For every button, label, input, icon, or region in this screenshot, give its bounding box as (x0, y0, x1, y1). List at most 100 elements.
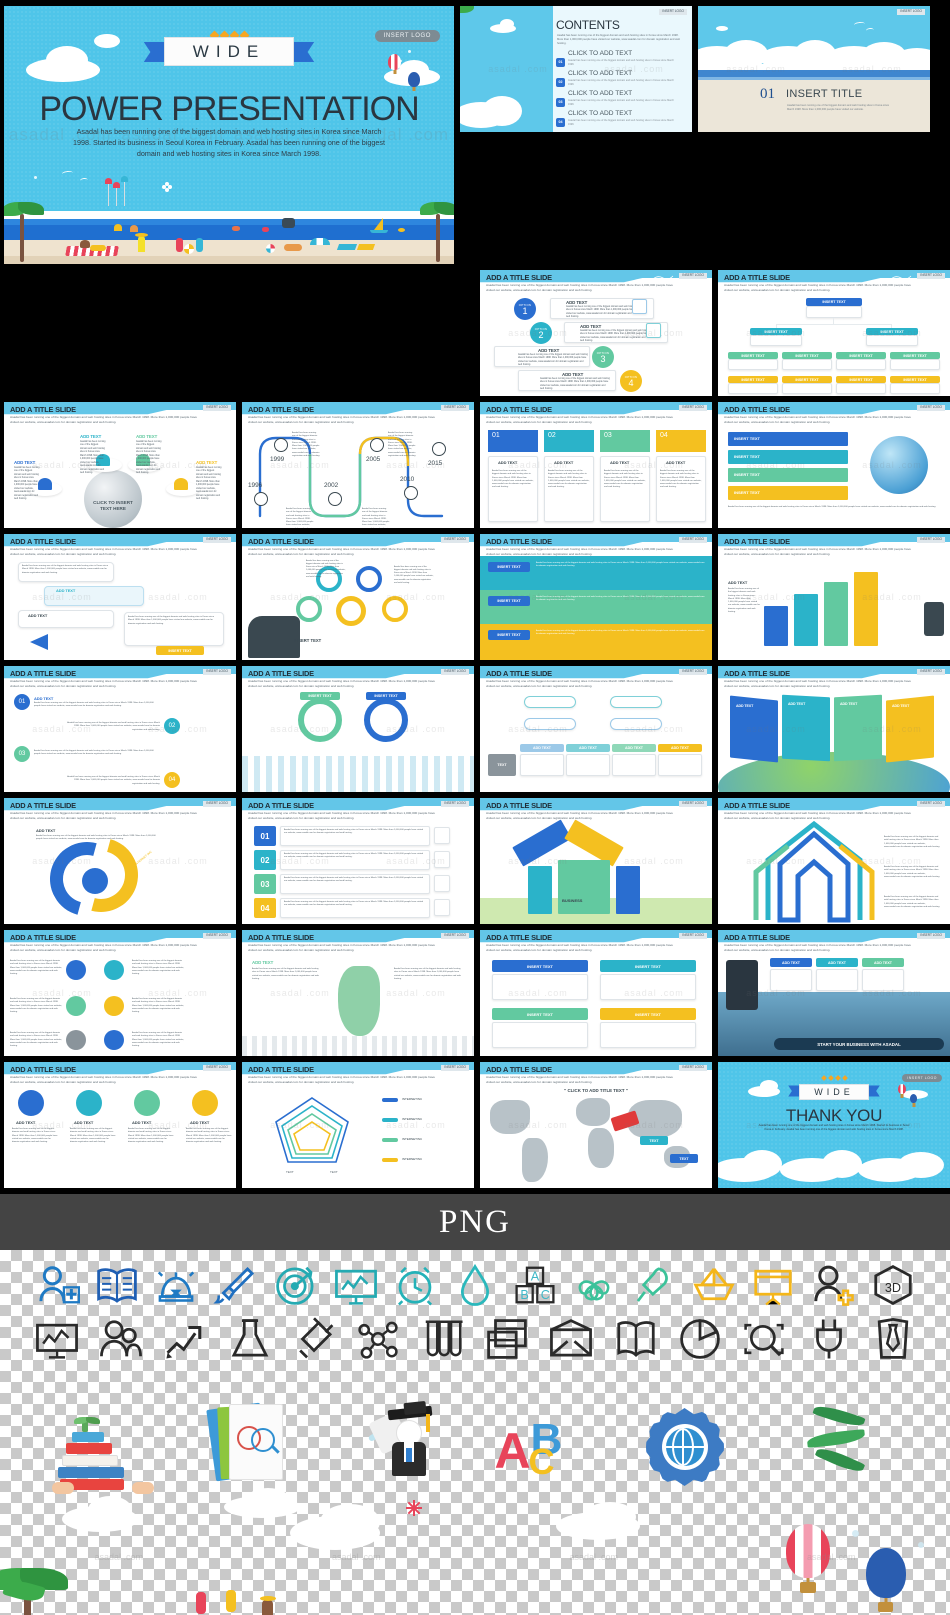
cube-3d-icon[interactable]: 3D (870, 1262, 916, 1308)
number-circle[interactable]: 02 (164, 718, 180, 734)
hex-icon[interactable] (66, 1030, 86, 1050)
insert-logo-badge[interactable]: INSERT LOGO (679, 933, 707, 939)
slide-section-divider[interactable]: INSERT LOGO 01 INSERT TITLE Asadal has b… (698, 6, 930, 132)
ribbon-panel[interactable] (528, 866, 552, 914)
insert-logo-badge[interactable]: INSERT LOGO (441, 933, 469, 939)
row-number[interactable]: 04 (254, 898, 276, 918)
icon-badge[interactable] (76, 1090, 102, 1116)
icon-badge[interactable] (192, 1090, 218, 1116)
org-node[interactable]: INSERT TEXT (782, 352, 832, 359)
matrix-bubble[interactable] (610, 696, 662, 708)
slide-title[interactable]: INSERT LOGO WIDE POWER PRESENTATION Asad… (4, 6, 454, 264)
bell-lamp-icon[interactable] (153, 1262, 199, 1308)
insert-logo-badge[interactable]: INSERT LOGO (917, 273, 945, 279)
insert-logo-badge[interactable]: INSERT LOGO (679, 405, 707, 411)
slide-hex-icons[interactable]: ADD A TITLE SLIDE Asadal has been runnin… (4, 930, 236, 1056)
matrix-bubble[interactable] (524, 718, 576, 730)
slide-globe-bands[interactable]: ADD A TITLE SLIDE Asadal has been runnin… (718, 402, 950, 528)
matrix-bubble[interactable] (524, 696, 576, 708)
slide-numbered-rows[interactable]: ADD A TITLE SLIDE Asadal has been runnin… (242, 798, 474, 924)
pie-chart-icon[interactable] (677, 1316, 723, 1362)
hex-icon[interactable] (66, 996, 86, 1016)
org-node[interactable]: INSERT TEXT (866, 328, 918, 335)
necktie-icon[interactable] (870, 1316, 916, 1362)
slide-city-loop[interactable]: ADD A TITLE SLIDE Asadal has been runnin… (242, 666, 474, 792)
matrix-header[interactable]: ADD TEXT (520, 744, 564, 752)
alarm-clock-icon[interactable] (392, 1262, 438, 1308)
slide-table-matrix[interactable]: ADD A TITLE SLIDE Asadal has been runnin… (480, 666, 712, 792)
slide-timeline[interactable]: ADD A TITLE SLIDE Asadal has been runnin… (242, 402, 474, 528)
slide-korea-map[interactable]: ADD A TITLE SLIDE Asadal has been runnin… (242, 930, 474, 1056)
insert-text-chip[interactable]: INSERT TEXT (488, 596, 530, 606)
hex-icon[interactable] (104, 996, 124, 1016)
book-stack-illustration[interactable] (51, 1398, 168, 1494)
grid-header[interactable]: INSERT TEXT (600, 1008, 696, 1020)
insert-logo-badge[interactable]: INSERT LOGO (441, 405, 469, 411)
target-arrow-icon[interactable] (273, 1262, 319, 1308)
org-node[interactable]: INSERT TEXT (836, 376, 886, 383)
grid-header[interactable]: INSERT TEXT (600, 960, 696, 972)
icon-badge[interactable] (18, 1090, 44, 1116)
windows-stack-icon[interactable] (484, 1316, 530, 1362)
slide-gears-hand[interactable]: ADD A TITLE SLIDE Asadal has been runnin… (242, 534, 474, 660)
row-number[interactable]: 02 (254, 850, 276, 870)
matrix-row-label[interactable]: TEXT (488, 754, 516, 776)
insert-logo-badge[interactable]: INSERT LOGO (679, 273, 707, 279)
insert-logo-badge[interactable]: INSERT LOGO (203, 669, 231, 675)
slide-numbered-list[interactable]: ADD A TITLE SLIDE Asadal has been runnin… (4, 666, 236, 792)
insert-text-chip[interactable]: INSERT TEXT (488, 630, 530, 640)
insert-logo-badge[interactable]: INSERT LOGO (917, 537, 945, 543)
insert-logo-badge[interactable]: INSERT LOGO (679, 801, 707, 807)
flask-icon[interactable] (227, 1316, 273, 1362)
gear-graphic[interactable] (356, 566, 382, 592)
gear-globe-illustration[interactable] (638, 1398, 748, 1494)
ribbon-panel[interactable] (558, 860, 610, 914)
slide-pie-insert[interactable]: ADD A TITLE SLIDE Asadal has been runnin… (480, 534, 712, 660)
slide-tablet-city[interactable]: ADD A TITLE SLIDE Asadal has been runnin… (718, 930, 950, 1056)
slide-options[interactable]: ADD A TITLE SLIDE Asadal has been runnin… (480, 270, 712, 396)
insert-text-chip[interactable]: INSERT TEXT (488, 562, 530, 572)
envelope-icon[interactable] (548, 1316, 594, 1362)
paper-boat-icon[interactable] (691, 1262, 737, 1308)
contents-item[interactable]: 02 CLICK TO ADD TEXT Asadal has been run… (556, 70, 674, 88)
option-circle[interactable]: OPTION 4 (620, 370, 642, 392)
gear-graphic[interactable] (382, 596, 408, 622)
contents-item[interactable]: 04 CLICK TO ADD TEXT Asadal has been run… (556, 110, 674, 128)
pushpin-icon[interactable] (631, 1262, 677, 1308)
add-text-chip[interactable]: ADD TEXT (816, 958, 858, 967)
graduate-illustration[interactable] (348, 1398, 458, 1494)
insert-logo-badge[interactable]: INSERT LOGO (679, 537, 707, 543)
loop-ring[interactable] (364, 698, 408, 742)
whiteboard-icon[interactable] (750, 1262, 796, 1308)
paintbrush-icon[interactable] (213, 1262, 259, 1308)
slide-house-arrows[interactable]: ADD A TITLE SLIDE Asadal has been runnin… (718, 798, 950, 924)
org-node[interactable]: INSERT TEXT (728, 352, 778, 359)
add-text-chip[interactable]: ADD TEXT (862, 958, 904, 967)
insert-text-chip[interactable]: INSERT TEXT (300, 692, 340, 700)
open-book-icon[interactable] (94, 1262, 140, 1308)
plug-icon[interactable] (806, 1316, 852, 1362)
slide-insert-text-grid[interactable]: ADD A TITLE SLIDE Asadal has been runnin… (480, 930, 712, 1056)
add-text-chip[interactable]: ADD TEXT (770, 958, 812, 967)
bar-3d[interactable] (794, 594, 818, 646)
monitor-graph-icon[interactable] (34, 1316, 80, 1362)
org-node[interactable]: INSERT TEXT (890, 376, 940, 383)
option-circle[interactable]: OPTION 3 (592, 346, 614, 368)
matrix-header[interactable]: ADD TEXT (566, 744, 610, 752)
test-tubes-icon[interactable] (420, 1316, 466, 1362)
ribbon-panel[interactable] (616, 866, 640, 914)
abc-blocks-icon[interactable]: ABC (512, 1262, 558, 1308)
slide-3d-bars[interactable]: ADD A TITLE SLIDE Asadal has been runnin… (718, 534, 950, 660)
water-drop-icon[interactable] (452, 1262, 498, 1308)
insert-logo-badge[interactable]: INSERT LOGO (679, 669, 707, 675)
slide-business-ribbons[interactable]: ADD A TITLE SLIDE Asadal has been runnin… (480, 798, 712, 924)
hex-icon[interactable] (104, 1030, 124, 1050)
slide-world-map[interactable]: ADD A TITLE SLIDE Asadal has been runnin… (480, 1062, 712, 1188)
row-number[interactable]: 01 (254, 826, 276, 846)
magnifier-icon[interactable] (741, 1316, 787, 1362)
user-add-dark-icon[interactable] (810, 1262, 856, 1308)
insert-logo-badge[interactable]: INSERT LOGO (441, 1065, 469, 1071)
open-book-dark-icon[interactable] (613, 1316, 659, 1362)
number-circle[interactable]: 01 (14, 694, 30, 710)
option-circle[interactable]: OPTION 2 (530, 322, 552, 344)
